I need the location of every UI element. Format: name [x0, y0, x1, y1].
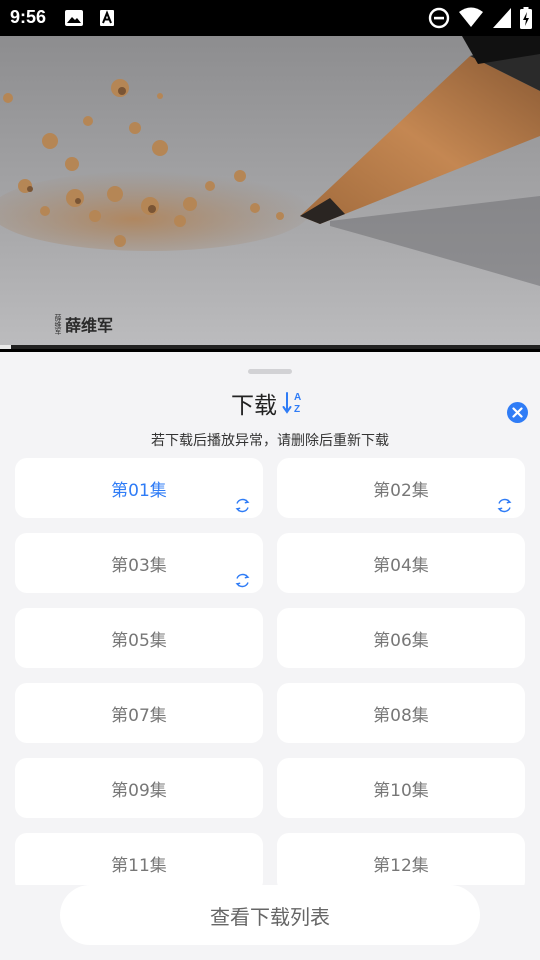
episode-item[interactable]: 第03集 [15, 533, 263, 593]
image-icon [65, 10, 83, 26]
status-icons [428, 6, 532, 30]
episode-label: 第06集 [373, 630, 429, 651]
episode-label: 第02集 [373, 480, 429, 501]
episode-item[interactable]: 第08集 [277, 683, 525, 743]
video-progress-fill [0, 345, 11, 349]
sheet-title: 下载 [231, 393, 277, 419]
sort-a-z-icon[interactable]: A Z [282, 391, 306, 415]
download-sheet: 下载 A Z 若下载后播放异常，请删除后重新下载 第01集 第02集第03集 第04… [0, 352, 540, 960]
close-button[interactable] [507, 402, 528, 423]
do-not-disturb-icon [428, 7, 450, 29]
episode-item[interactable]: 第04集 [277, 533, 525, 593]
status-time: 9:56 [10, 7, 47, 27]
episode-label: 第08集 [373, 705, 429, 726]
downloading-icon [235, 498, 250, 513]
episode-item[interactable]: 第07集 [15, 683, 263, 743]
episode-item[interactable]: 第11集 [15, 833, 263, 885]
episode-item[interactable]: 第10集 [277, 758, 525, 818]
episode-label: 第09集 [111, 780, 167, 801]
video-frame-image [0, 36, 540, 348]
episode-item[interactable]: 第05集 [15, 608, 263, 668]
episode-item[interactable]: 第12集 [277, 833, 525, 885]
battery-icon [520, 7, 532, 29]
sheet-drag-handle[interactable] [248, 369, 292, 374]
downloading-icon [235, 573, 250, 588]
episode-label: 第10集 [373, 780, 429, 801]
svg-text:A: A [294, 392, 301, 403]
downloading-icon [497, 498, 512, 513]
episode-item[interactable]: 第06集 [277, 608, 525, 668]
download-hint: 若下载后播放异常，请删除后重新下载 [151, 433, 389, 449]
signal-icon [493, 8, 511, 28]
episode-item[interactable]: 第01集 [15, 458, 263, 518]
text-a-icon [100, 10, 114, 26]
episode-label: 第04集 [373, 555, 429, 576]
video-progress-bar[interactable] [0, 345, 540, 349]
video-player[interactable]: 薛维军 薛维军 [0, 36, 540, 348]
episode-grid: 第01集 第02集第03集 第04集第05集 第06集第07集 第08集第09集 第10集… [0, 458, 540, 885]
episode-item[interactable]: 第02集 [277, 458, 525, 518]
close-icon [512, 407, 523, 418]
episode-item[interactable]: 第09集 [15, 758, 263, 818]
wifi-icon [459, 7, 483, 27]
episode-label: 第05集 [111, 630, 167, 651]
status-bar: 9:56 [0, 0, 540, 36]
episode-label: 第01集 [111, 480, 167, 501]
episode-label: 第12集 [373, 855, 429, 876]
svg-text:Z: Z [294, 404, 300, 415]
episode-label: 第03集 [111, 555, 167, 576]
watermark-name: 薛维军 [65, 316, 114, 335]
episode-label: 第07集 [111, 705, 167, 726]
view-download-list-button[interactable]: 查看下载列表 [60, 885, 480, 945]
episode-label: 第11集 [111, 855, 167, 876]
watermark: 薛维军 薛维军 [54, 312, 113, 336]
watermark-signature: 薛维军 [54, 313, 62, 335]
